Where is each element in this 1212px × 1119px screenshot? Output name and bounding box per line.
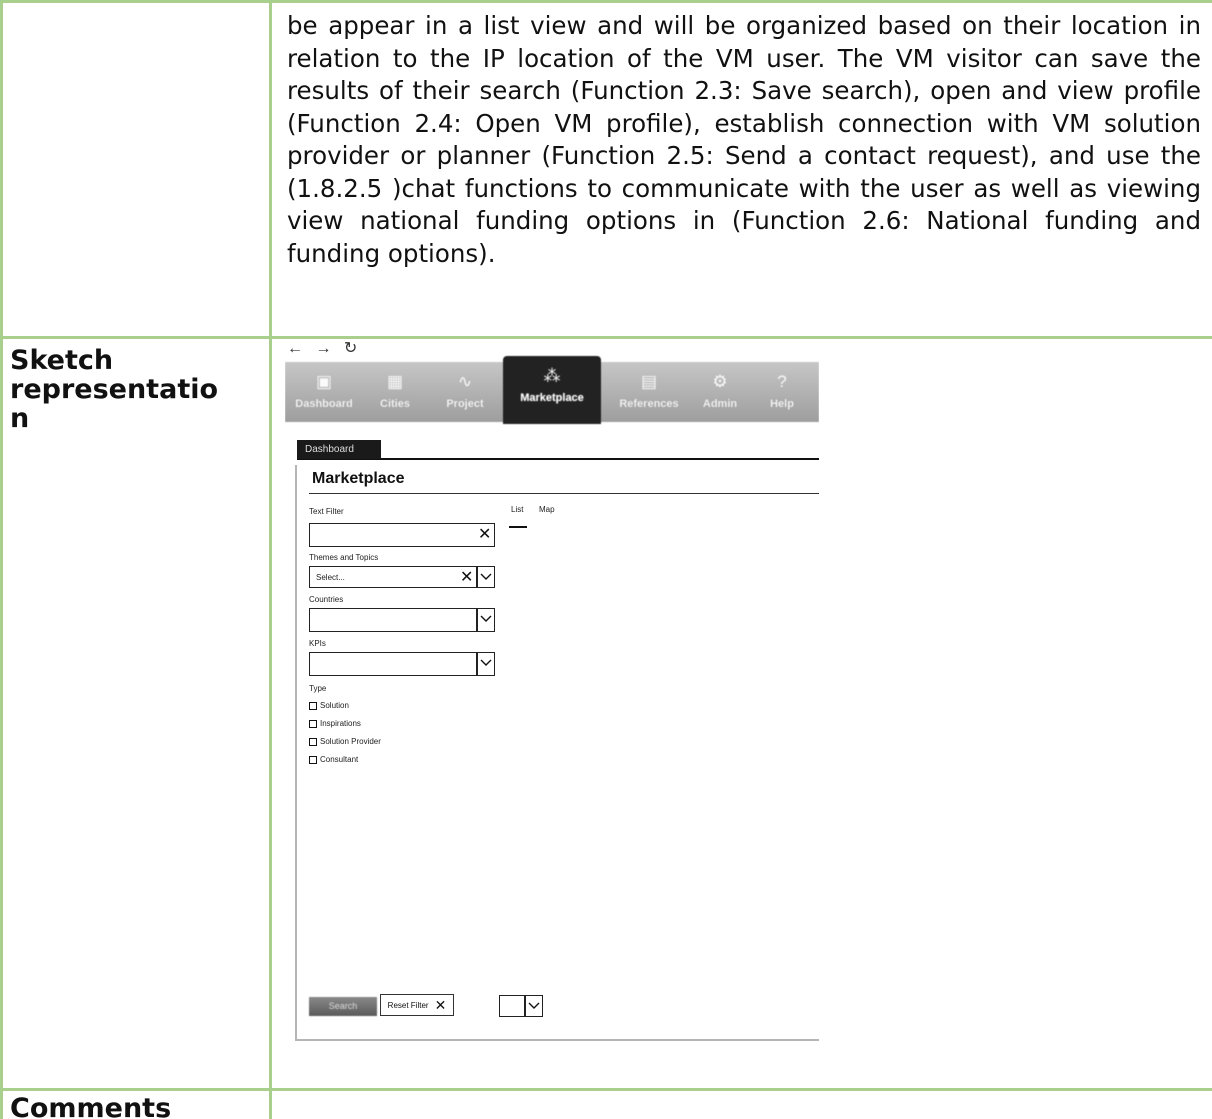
page-title: Marketplace — [312, 470, 405, 487]
countries-dropdown-button[interactable] — [477, 608, 495, 632]
chevron-down-icon — [528, 1002, 540, 1009]
references-icon: ▤ — [640, 372, 658, 391]
sketch-representation: ← → ↻ ▣ Dashboard ▦ Cities ∿ Project ⁂ M… — [285, 340, 819, 1045]
close-icon: ✕ — [434, 997, 447, 1013]
table-row-divider-2 — [0, 1088, 1212, 1091]
nav-item-admin[interactable]: ⚙ Admin — [695, 362, 745, 422]
nav-item-label: Project — [446, 398, 484, 410]
checkbox-label: Solution — [320, 701, 349, 710]
table-border-left — [0, 0, 3, 1119]
checkbox[interactable] — [309, 737, 317, 746]
nav-item-cities[interactable]: ▦ Cities — [365, 362, 425, 422]
nav-item-project[interactable]: ∿ Project — [435, 362, 495, 422]
comments-label: Comments — [10, 1093, 172, 1119]
checkbox[interactable] — [309, 719, 317, 728]
reset-filter-label: Reset Filter — [387, 1000, 429, 1010]
nav-item-dashboard[interactable]: ▣ Dashboard — [293, 362, 355, 422]
chevron-down-icon — [480, 615, 492, 622]
marketplace-panel — [295, 465, 819, 1041]
breadcrumb[interactable]: Dashboard — [297, 440, 381, 459]
nav-item-help[interactable]: ? Help — [759, 362, 805, 422]
chevron-down-icon — [480, 573, 492, 580]
tab-list[interactable]: List — [511, 505, 523, 514]
kpis-dropdown-button[interactable] — [477, 652, 495, 676]
description-paragraph: be appear in a list view and will be org… — [287, 11, 1201, 268]
help-icon: ? — [777, 372, 787, 391]
gear-icon: ⚙ — [712, 372, 728, 391]
nav-item-label: Marketplace — [520, 392, 584, 404]
checkbox-label: Consultant — [320, 755, 359, 764]
nav-item-references[interactable]: ▤ References — [613, 362, 685, 422]
clear-themes-icon[interactable]: ✕ — [460, 570, 473, 586]
nav-item-marketplace[interactable]: ⁂ Marketplace — [503, 356, 601, 424]
sketch-label-line3: n — [10, 403, 30, 434]
page-size-select[interactable] — [499, 995, 525, 1017]
sketch-label-line1: Sketch — [10, 345, 114, 376]
type-option-inspirations[interactable]: Inspirations — [309, 719, 361, 728]
type-label: Type — [309, 684, 327, 693]
table-column-divider — [269, 0, 272, 1119]
sketch-label-line2: representatio — [10, 374, 219, 405]
reset-filter-button[interactable]: Reset Filter ✕ — [380, 994, 454, 1016]
text-filter-input[interactable]: ✕ — [309, 523, 495, 547]
table-row-divider-1 — [0, 336, 1212, 339]
project-icon: ∿ — [457, 372, 473, 391]
top-navigation-bar: ▣ Dashboard ▦ Cities ∿ Project ⁂ Marketp… — [285, 356, 819, 424]
search-button[interactable]: Search — [309, 997, 377, 1016]
tab-map[interactable]: Map — [539, 505, 555, 514]
title-divider — [309, 493, 819, 494]
nav-item-label: References — [619, 398, 679, 410]
browser-nav-controls[interactable]: ← → ↻ — [287, 340, 361, 358]
type-option-consultant[interactable]: Consultant — [309, 755, 358, 764]
chevron-down-icon — [480, 659, 492, 666]
nav-item-label: Help — [770, 398, 794, 410]
page-size-dropdown-button[interactable] — [525, 995, 543, 1017]
kpis-select[interactable] — [309, 652, 477, 676]
text-filter-label: Text Filter — [309, 507, 344, 516]
active-tab-underline — [509, 526, 527, 528]
themes-topics-select[interactable]: Select... ✕ — [309, 566, 477, 588]
countries-select[interactable] — [309, 608, 477, 632]
marketplace-icon: ⁂ — [543, 366, 561, 385]
table-border-top — [0, 0, 1212, 3]
nav-item-label: Dashboard — [295, 398, 353, 410]
clear-text-filter-icon[interactable]: ✕ — [478, 527, 491, 543]
countries-label: Countries — [309, 595, 344, 604]
checkbox-label: Inspirations — [320, 719, 361, 728]
themes-topics-placeholder: Select... — [316, 573, 345, 582]
themes-topics-label: Themes and Topics — [309, 553, 379, 562]
kpis-label: KPIs — [309, 639, 326, 648]
nav-item-label: Admin — [702, 398, 738, 410]
themes-dropdown-button[interactable] — [477, 566, 495, 588]
checkbox[interactable] — [309, 701, 317, 710]
dashboard-icon: ▣ — [315, 372, 333, 391]
nav-item-label: Cities — [380, 398, 410, 410]
checkbox[interactable] — [309, 755, 317, 764]
type-option-solution[interactable]: Solution — [309, 701, 349, 710]
cities-icon: ▦ — [386, 372, 404, 391]
checkbox-label: Solution Provider — [320, 737, 381, 746]
type-option-solution-provider[interactable]: Solution Provider — [309, 737, 381, 746]
